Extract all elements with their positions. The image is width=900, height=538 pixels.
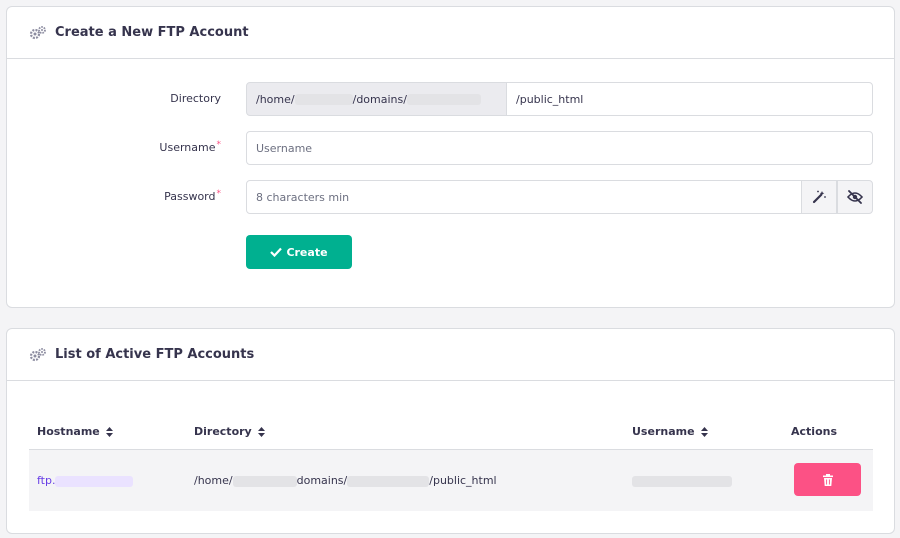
toggle-password-visibility-button[interactable] <box>837 180 873 214</box>
column-directory-label: Directory <box>194 425 252 438</box>
row-directory-start: /home/ <box>194 474 233 487</box>
column-actions: Actions <box>791 425 837 438</box>
required-mark: * <box>216 140 222 150</box>
column-hostname-label: Hostname <box>37 425 100 438</box>
redacted-text <box>406 93 481 105</box>
directory-prefix: /home/ /domains/ <box>246 82 507 116</box>
sort-icon <box>105 426 113 437</box>
row-directory-end: /public_html <box>429 474 497 487</box>
column-actions-label: Actions <box>791 425 837 438</box>
required-mark: * <box>216 189 222 199</box>
column-username-label: Username <box>632 425 695 438</box>
create-ftp-header: Create a New FTP Account <box>7 7 894 59</box>
active-ftp-header: List of Active FTP Accounts <box>7 329 894 381</box>
gears-icon <box>29 347 46 361</box>
create-button[interactable]: Create <box>246 235 352 269</box>
redacted-text <box>294 93 353 105</box>
sort-icon <box>700 426 708 437</box>
redacted-text <box>347 475 430 487</box>
row-directory: /home/domains/ /public_html <box>194 474 497 487</box>
magic-wand-icon <box>812 190 826 204</box>
active-ftp-title: List of Active FTP Accounts <box>55 347 255 362</box>
directory-prefix-mid: /domains/ <box>352 92 407 106</box>
gears-icon <box>29 25 46 39</box>
row-directory-mid: domains/ <box>296 474 348 487</box>
directory-label: Directory <box>170 92 221 105</box>
password-label-text: Password <box>164 190 216 203</box>
column-directory[interactable]: Directory <box>194 425 265 438</box>
column-hostname[interactable]: Hostname <box>37 425 113 438</box>
active-ftp-card: List of Active FTP Accounts Hostname Dir… <box>6 328 895 534</box>
create-button-label: Create <box>286 245 328 259</box>
directory-prefix-start: /home/ <box>256 92 295 106</box>
column-username[interactable]: Username <box>632 425 708 438</box>
row-username <box>632 474 732 487</box>
row-hostname-text: ftp. <box>37 474 56 487</box>
redacted-text <box>232 475 297 487</box>
password-input[interactable]: 8 characters min <box>246 180 802 214</box>
password-placeholder: 8 characters min <box>256 190 350 204</box>
directory-input[interactable]: /public_html <box>506 82 873 116</box>
redacted-text <box>632 475 732 487</box>
row-hostname[interactable]: ftp. <box>37 474 134 487</box>
username-input[interactable]: Username <box>246 131 873 165</box>
eye-slash-icon <box>847 190 863 204</box>
username-label-text: Username <box>159 141 216 154</box>
redacted-text <box>55 475 134 487</box>
create-ftp-card: Create a New FTP Account Directory /home… <box>6 6 895 308</box>
delete-button[interactable] <box>794 463 861 496</box>
username-label: Username* <box>101 140 222 154</box>
username-placeholder: Username <box>256 141 313 155</box>
sort-icon <box>257 426 265 437</box>
password-label: Password* <box>101 189 222 203</box>
directory-value: /public_html <box>516 92 584 106</box>
check-icon <box>270 247 283 257</box>
create-ftp-title: Create a New FTP Account <box>55 25 249 40</box>
trash-icon <box>822 473 833 486</box>
generate-password-button[interactable] <box>801 180 837 214</box>
